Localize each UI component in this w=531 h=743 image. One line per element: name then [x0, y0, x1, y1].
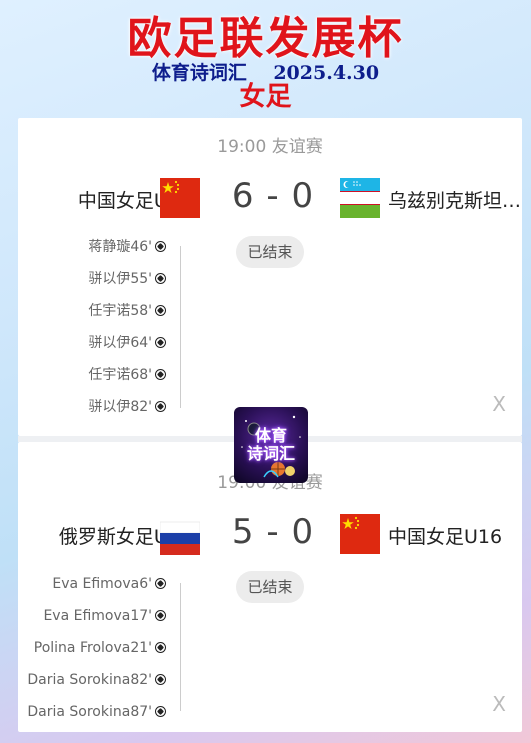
- logo-text-line2: 诗词汇: [246, 444, 295, 463]
- goal-event-text: Daria Sorokina82': [27, 672, 152, 688]
- soccer-ball-icon: [155, 369, 166, 380]
- timeline-line: [180, 583, 181, 711]
- goal-event: Eva Efimova17': [43, 605, 166, 627]
- poster-category: 女足: [239, 82, 292, 112]
- goal-event-text: 骈以伊55': [88, 271, 152, 287]
- away-team-name: 乌兹别克斯坦…: [388, 190, 522, 212]
- china-flag-icon: [340, 514, 380, 554]
- goal-event-text: Eva Efimova17': [43, 608, 152, 624]
- goal-event-text: Polina Frolova21': [33, 640, 152, 656]
- soccer-ball-icon: [155, 305, 166, 316]
- match-card-1[interactable]: 19:00 友谊赛 中国女足U16 6 - 0 乌兹别克斯坦… 已结束 蒋静璇4…: [18, 118, 522, 436]
- timeline-line: [180, 246, 181, 408]
- goal-event-text: Daria Sorokina87': [27, 704, 152, 720]
- soccer-ball-icon: [155, 674, 166, 685]
- logo-text-line1: 体育: [254, 426, 287, 445]
- soccer-ball-icon: [155, 401, 166, 412]
- goal-event: 骈以伊82': [88, 396, 166, 418]
- brand-logo: 体育 诗词汇: [234, 407, 308, 483]
- goal-event: Polina Frolova21': [34, 637, 166, 659]
- goal-event: 任宇诺58': [88, 300, 166, 322]
- close-button[interactable]: X: [492, 392, 506, 416]
- close-button[interactable]: X: [492, 692, 506, 716]
- goal-event-text: Eva Efimova6': [52, 576, 152, 592]
- soccer-ball-icon: [155, 241, 166, 252]
- away-team-name: 中国女足U16: [388, 526, 503, 548]
- goal-event: Eva Efimova6': [52, 573, 166, 595]
- goal-event-text: 蒋静璇46': [88, 239, 152, 255]
- soccer-ball-icon: [155, 273, 166, 284]
- soccer-ball-icon: [155, 706, 166, 717]
- soccer-ball-icon: [155, 610, 166, 621]
- goal-event: 任宇诺68': [88, 364, 166, 386]
- goal-event-text: 骈以伊64': [88, 335, 152, 351]
- russia-flag-icon: [160, 521, 200, 555]
- poster-title: 欧足联发展杯: [127, 13, 404, 64]
- match-status-badge: 已结束: [236, 236, 304, 268]
- soccer-ball-icon: [155, 337, 166, 348]
- match-score: 6 - 0: [231, 176, 315, 216]
- goal-event: 骈以伊64': [88, 332, 166, 354]
- goal-event: Daria Sorokina87': [27, 701, 166, 723]
- uzbekistan-flag-icon: [340, 178, 380, 218]
- match-header: 19:00 友谊赛: [217, 137, 323, 157]
- soccer-ball-icon: [155, 642, 166, 653]
- match-card-2[interactable]: 19:00 友谊赛 俄罗斯女足U16 5 - 0 中国女足U16 已结束 Eva…: [18, 442, 522, 732]
- goal-event: 骈以伊55': [88, 268, 166, 290]
- china-flag-icon: [160, 178, 200, 218]
- soccer-ball-icon: [155, 578, 166, 589]
- match-score: 5 - 0: [231, 512, 315, 552]
- goal-event: 蒋静璇46': [88, 236, 166, 258]
- match-status-badge: 已结束: [236, 571, 304, 603]
- goal-event-text: 任宇诺58': [88, 303, 152, 319]
- goal-event: Daria Sorokina82': [27, 669, 166, 691]
- goal-event-text: 骈以伊82': [88, 399, 152, 415]
- goal-event-text: 任宇诺68': [88, 367, 152, 383]
